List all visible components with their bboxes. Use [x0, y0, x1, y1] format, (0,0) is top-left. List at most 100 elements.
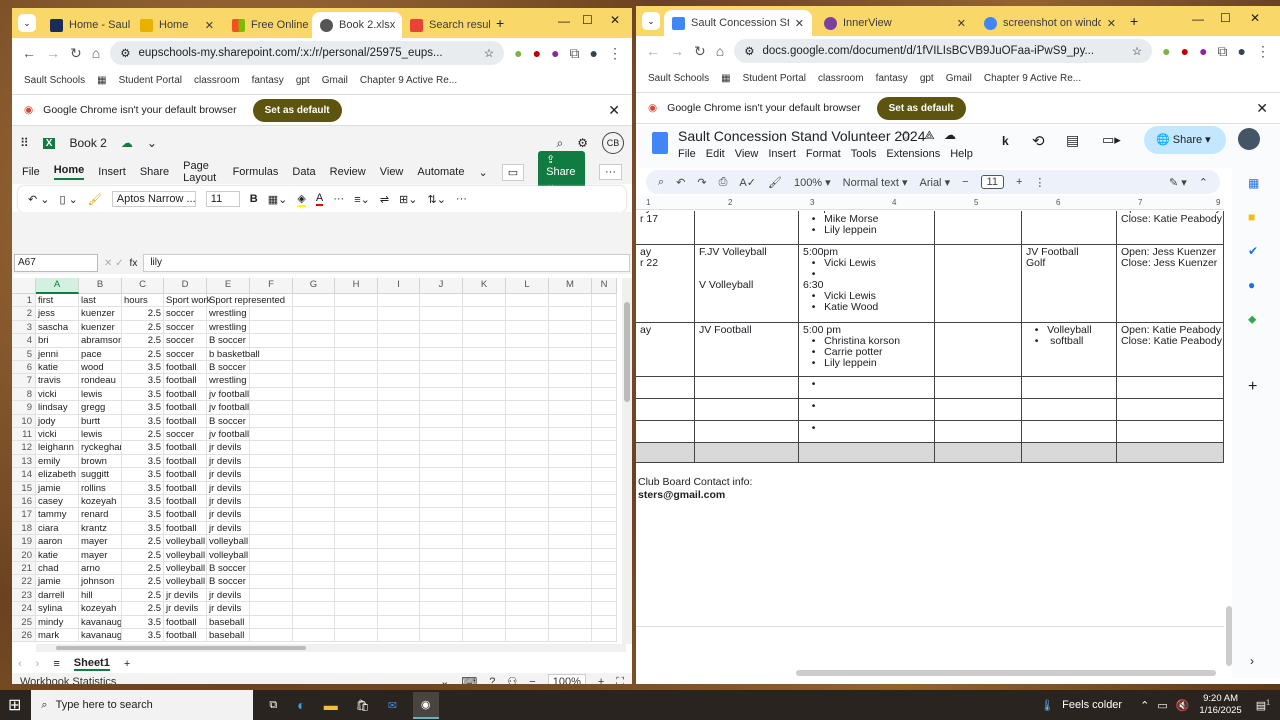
table-cell[interactable] [549, 508, 592, 522]
table-cell[interactable] [592, 414, 617, 428]
table-cell[interactable] [695, 421, 799, 443]
table-cell[interactable] [420, 468, 463, 482]
table-cell[interactable]: b basketball [207, 347, 260, 361]
prev-sheet-icon[interactable]: ‹ [18, 658, 22, 670]
gear-icon[interactable]: ⚙ [577, 136, 588, 150]
workbook-statistics[interactable]: Workbook Statistics [20, 675, 116, 684]
merge-icon[interactable]: ⊞⌄ [399, 193, 417, 206]
table-cell[interactable] [1022, 421, 1117, 443]
table-cell[interactable]: hill [79, 588, 122, 603]
table-cell[interactable] [463, 401, 506, 415]
table-cell[interactable] [592, 294, 617, 308]
row-header[interactable]: 23 [12, 588, 36, 603]
bookmark[interactable]: Chapter 9 Active Re... [360, 75, 457, 86]
more-icon[interactable]: ··· [333, 193, 344, 205]
table-cell[interactable]: jv football [207, 428, 250, 442]
table-cell[interactable] [935, 443, 1022, 463]
table-cell[interactable] [592, 535, 617, 549]
history-icon[interactable]: ⟲ [1032, 132, 1045, 150]
column-header[interactable]: A [36, 278, 79, 294]
table-cell[interactable]: • [799, 377, 935, 399]
table-cell[interactable]: 2.5 [122, 588, 164, 603]
sheet-list-icon[interactable]: ≡ [53, 658, 59, 670]
table-cell[interactable]: 2.5 [122, 320, 164, 335]
table-cell[interactable] [1022, 377, 1117, 399]
select-all-corner[interactable] [12, 278, 36, 294]
tab-home-sault[interactable]: Home - Sault✕ [42, 12, 130, 38]
help-icon[interactable]: ? [489, 675, 495, 684]
table-cell[interactable] [378, 521, 420, 536]
bookmark[interactable]: fantasy [252, 75, 284, 86]
menu-icon[interactable]: ⋮ [608, 45, 622, 62]
table-cell[interactable] [378, 588, 420, 603]
row-header[interactable]: 13 [12, 454, 36, 469]
table-cell[interactable] [935, 211, 1022, 245]
table-cell[interactable] [592, 588, 617, 603]
table-cell[interactable] [420, 575, 463, 589]
table-cell[interactable] [463, 575, 506, 589]
row-header[interactable]: 1 [12, 294, 36, 308]
table-cell[interactable] [636, 399, 695, 421]
increase-font-icon[interactable]: + [1016, 176, 1022, 188]
table-cell[interactable] [463, 361, 506, 375]
row-header[interactable]: 12 [12, 441, 36, 455]
bookmark[interactable]: gpt [920, 73, 934, 84]
table-cell[interactable] [506, 320, 549, 335]
table-cell[interactable] [420, 361, 463, 375]
bookmark[interactable]: fantasy [876, 73, 908, 84]
table-cell[interactable] [335, 401, 378, 415]
table-cell[interactable]: mindy [36, 615, 79, 629]
table-cell[interactable]: 3.5 [122, 401, 164, 415]
table-cell[interactable] [378, 428, 420, 442]
table-cell[interactable]: volleyball [164, 562, 207, 576]
bookmark[interactable]: Student Portal [119, 75, 182, 86]
table-cell[interactable] [592, 629, 617, 642]
column-header[interactable]: K [463, 278, 506, 294]
table-cell[interactable]: 5:00pm • Mike Morse • Lily leppein [799, 211, 935, 245]
table-cell[interactable] [592, 441, 617, 455]
vertical-scrollbar[interactable] [1226, 606, 1232, 666]
row-header[interactable]: 17 [12, 508, 36, 522]
extension-icon[interactable]: ● [1181, 43, 1189, 59]
table-cell[interactable] [335, 575, 378, 589]
table-cell[interactable] [250, 468, 293, 482]
table-cell[interactable]: bri [36, 334, 79, 348]
task-view-icon[interactable]: ⧉ [269, 699, 277, 712]
table-cell[interactable]: pace [79, 347, 122, 361]
table-cell[interactable] [592, 320, 617, 335]
table-cell[interactable] [636, 443, 695, 463]
feedback-icon[interactable]: ⚇ [507, 675, 517, 684]
table-cell[interactable]: 3.5 [122, 615, 164, 629]
table-cell[interactable] [463, 334, 506, 348]
bookmark[interactable]: Gmail [322, 75, 348, 86]
table-cell[interactable] [378, 401, 420, 415]
collapse-icon[interactable]: ⌃ [1199, 176, 1208, 189]
table-cell[interactable] [335, 414, 378, 428]
table-cell[interactable] [335, 441, 378, 455]
move-icon[interactable]: ⟁ [924, 128, 935, 143]
expand-panel-icon[interactable]: › [1250, 654, 1254, 668]
table-cell[interactable] [335, 374, 378, 388]
table-cell[interactable] [335, 602, 378, 616]
table-cell[interactable] [592, 548, 617, 562]
table-cell[interactable] [592, 575, 617, 589]
table-cell[interactable] [293, 334, 335, 348]
table-cell[interactable] [293, 481, 335, 495]
table-cell[interactable]: 3.5 [122, 468, 164, 482]
table-cell[interactable]: football [164, 521, 207, 536]
table-cell[interactable] [935, 399, 1022, 421]
table-cell[interactable] [549, 468, 592, 482]
undo-icon[interactable]: ↶ ⌄ [28, 193, 50, 206]
next-sheet-icon[interactable]: › [36, 658, 40, 670]
table-cell[interactable] [378, 535, 420, 549]
url-input[interactable]: ⚙ eupschools-my.sharepoint.com/:x:/r/pers… [110, 41, 505, 65]
table-cell[interactable] [506, 508, 549, 522]
menu-view[interactable]: View [735, 148, 759, 160]
table-cell[interactable]: chad [36, 562, 79, 576]
table-cell[interactable]: kavanaugh [79, 615, 122, 629]
table-cell[interactable] [378, 629, 420, 642]
bookmark[interactable]: classroom [818, 73, 864, 84]
notifications-icon[interactable]: ▤1 [1256, 699, 1270, 712]
calendar-icon[interactable]: ▦ [1248, 176, 1259, 190]
table-cell[interactable] [549, 401, 592, 415]
